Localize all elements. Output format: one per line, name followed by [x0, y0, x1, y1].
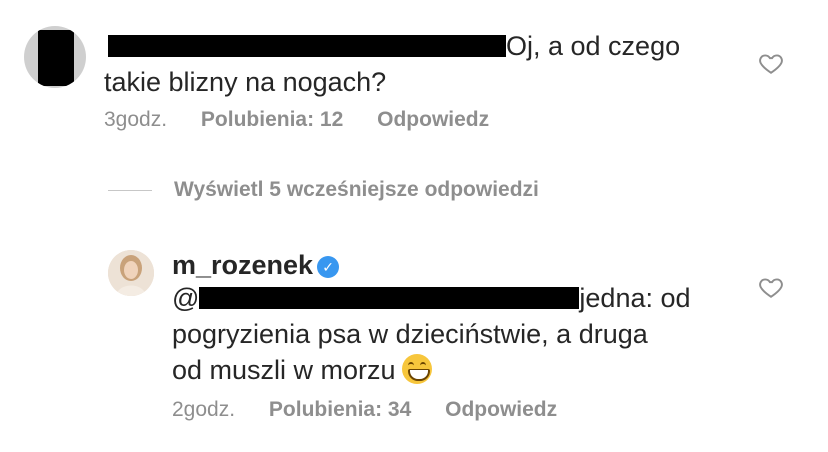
comment-time: 2godz.	[172, 398, 236, 421]
grinning-face-emoji	[401, 354, 432, 384]
mention-redaction	[199, 287, 580, 309]
comment-username[interactable]: m_rozenek ✓	[172, 250, 340, 281]
heart-icon[interactable]	[758, 50, 784, 76]
comment-text-line2: takie blizny na nogach?	[104, 67, 387, 97]
reply-button[interactable]: Odpowiedz	[377, 108, 489, 131]
comment-text-line2: pogryzienia psa w dzieciństwie, a druga	[172, 319, 648, 349]
verified-badge-icon: ✓	[317, 256, 340, 278]
likes-count-button[interactable]: Polubienia: 34	[269, 398, 411, 421]
comment-meta: 3godz. Polubienia: 12 Odpowiedz	[104, 108, 517, 132]
comment-text: Oj, a od czego takie blizny na nogach?	[104, 28, 744, 100]
username-label: m_rozenek	[172, 250, 314, 280]
reply-button[interactable]: Odpowiedz	[445, 398, 557, 421]
divider-line	[108, 189, 152, 191]
comment-text-line3: od muszli w morzu	[172, 355, 396, 385]
comment-meta: 2godz. Polubienia: 34 Odpowiedz	[172, 398, 585, 422]
avatar[interactable]	[108, 250, 154, 296]
comment-text-line1: jedna: od	[579, 283, 691, 313]
heart-icon[interactable]	[758, 274, 784, 300]
avatar-redaction	[38, 30, 74, 86]
avatar[interactable]	[24, 26, 86, 88]
mention-prefix: @	[172, 283, 200, 313]
username-redaction	[108, 35, 506, 57]
avatar-photo	[108, 250, 154, 296]
comment-text-line1: Oj, a od czego	[506, 31, 681, 61]
comments-panel: Oj, a od czego takie blizny na nogach? 3…	[0, 0, 828, 452]
comment-text: @ jedna: od pogryzienia psa w dzieciństwi…	[172, 280, 752, 388]
comment-time: 3godz.	[104, 108, 168, 131]
likes-count-button[interactable]: Polubienia: 12	[201, 108, 343, 131]
view-replies-label: Wyświetl 5 wcześniejsze odpowiedzi	[174, 178, 539, 201]
view-replies-button[interactable]: Wyświetl 5 wcześniejsze odpowiedzi	[108, 178, 539, 202]
